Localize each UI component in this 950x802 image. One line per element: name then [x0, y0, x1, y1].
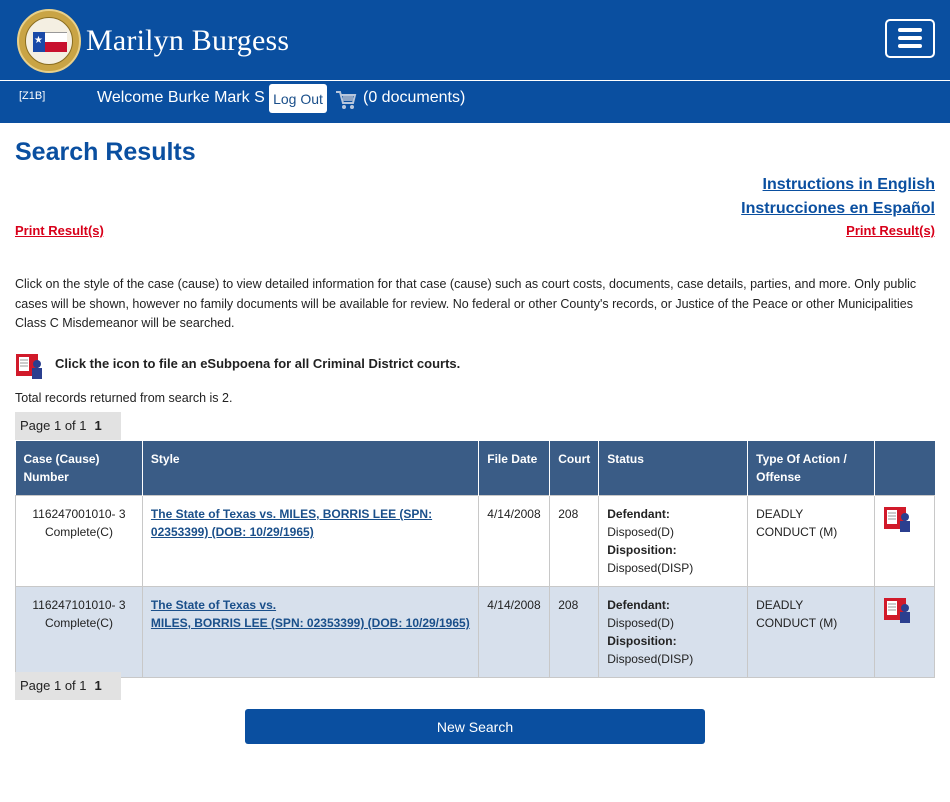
pager-page-number[interactable]: 1 — [95, 418, 102, 433]
shopping-cart-icon[interactable] — [335, 89, 357, 111]
esubpoena-icon[interactable] — [883, 596, 913, 624]
offense: DEADLY CONDUCT (M) — [747, 586, 875, 678]
pager-bottom: Page 1 of 1 1 — [15, 672, 121, 700]
defendant-label: Defendant: — [607, 598, 670, 612]
column-header-status: Status — [598, 441, 749, 496]
print-results-link-right[interactable]: Print Result(s) — [846, 223, 935, 238]
disposition-label: Disposition: — [607, 634, 677, 648]
seal-flag-white — [45, 32, 67, 42]
column-header-actions — [874, 441, 935, 496]
file-date: 4/14/2008 — [478, 495, 551, 587]
esubpoena-icon[interactable] — [883, 505, 913, 533]
case-number: 116247001010- 3 — [32, 507, 126, 521]
document-count[interactable]: (0 documents) — [363, 89, 465, 107]
district-clerk-seal-icon[interactable]: ★ — [17, 9, 81, 73]
instructions-spanish-link[interactable]: Instrucciones en Español — [741, 200, 935, 218]
seal-flag-red — [45, 42, 67, 52]
search-description: Click on the style of the case (cause) t… — [15, 277, 917, 330]
status-cell: Defendant: Disposed(D) Disposition: Disp… — [598, 586, 749, 678]
results-table: Case (Cause) Number Style File Date Cour… — [15, 441, 936, 678]
logout-button[interactable]: Log Out — [269, 84, 327, 113]
action-cell — [873, 586, 936, 678]
user-bar: [Z1B] Welcome Burke Mark S Log Out (0 do… — [0, 81, 950, 123]
case-number-cell: 116247001010- 3 Complete(C) — [15, 495, 143, 587]
column-header-case-number: Case (Cause) Number — [15, 441, 143, 496]
pager-text: Page 1 of 1 — [20, 678, 87, 693]
pager-text: Page 1 of 1 — [20, 418, 87, 433]
table-row: 116247001010- 3 Complete(C) The State of… — [15, 495, 936, 587]
hamburger-menu-icon-bar — [898, 36, 922, 40]
case-style-link[interactable]: The State of Texas vs. MILES, BORRIS LEE… — [151, 507, 432, 539]
table-row: 116247101010- 3 Complete(C) The State of… — [15, 586, 936, 678]
case-style-line-2[interactable]: MILES, BORRIS LEE (SPN: 02353399) (DOB: … — [151, 616, 470, 630]
pager-page-number[interactable]: 1 — [95, 678, 102, 693]
column-header-offense: Type Of Action / Offense — [747, 441, 875, 496]
defendant-status: Disposed(D) — [607, 525, 674, 539]
file-date: 4/14/2008 — [478, 586, 551, 678]
style-cell: The State of Texas vs. MILES, BORRIS LEE … — [141, 586, 480, 678]
court: 208 — [549, 586, 600, 678]
new-search-button[interactable]: New Search — [245, 709, 705, 744]
case-style-link[interactable]: The State of Texas vs. MILES, BORRIS LEE … — [151, 598, 470, 630]
action-cell — [873, 495, 936, 587]
style-cell: The State of Texas vs. MILES, BORRIS LEE… — [141, 495, 480, 587]
case-state: Complete(C) — [44, 525, 113, 539]
site-header: ★ Marilyn Burgess — [0, 0, 950, 80]
page-title: Search Results — [15, 138, 196, 166]
defendant-label: Defendant: — [607, 507, 670, 521]
case-number-cell: 116247101010- 3 Complete(C) — [15, 586, 143, 678]
hamburger-menu-icon — [898, 28, 922, 32]
instructions-english-link[interactable]: Instructions in English — [763, 176, 935, 194]
esubpoena-note: Click the icon to file an eSubpoena for … — [55, 356, 461, 371]
environment-tag: [Z1B] — [19, 90, 46, 102]
total-records: Total records returned from search is 2. — [15, 391, 233, 405]
column-header-court: Court — [549, 441, 600, 496]
column-header-file-date: File Date — [478, 441, 551, 496]
disposition-status: Disposed(DISP) — [607, 652, 694, 666]
case-state: Complete(C) — [44, 616, 113, 630]
pager-top: Page 1 of 1 1 — [15, 412, 121, 440]
welcome-text: Welcome Burke Mark S — [97, 89, 265, 106]
site-title[interactable]: Marilyn Burgess — [86, 24, 289, 58]
seal-center: ★ — [25, 17, 73, 65]
hamburger-menu-icon-bar — [898, 44, 922, 48]
court: 208 — [549, 495, 600, 587]
case-number: 116247101010- 3 — [32, 598, 126, 612]
case-style-line-1[interactable]: The State of Texas vs. — [151, 598, 276, 612]
table-header-row: Case (Cause) Number Style File Date Cour… — [15, 441, 935, 496]
column-header-style: Style — [142, 441, 480, 496]
defendant-status: Disposed(D) — [607, 616, 674, 630]
disposition-label: Disposition: — [607, 543, 677, 557]
print-results-link-left[interactable]: Print Result(s) — [15, 223, 104, 238]
seal-star-icon: ★ — [34, 35, 43, 46]
status-cell: Defendant: Disposed(D) Disposition: Disp… — [598, 495, 749, 587]
disposition-status: Disposed(DISP) — [607, 561, 694, 575]
esubpoena-icon[interactable] — [15, 352, 45, 380]
offense: DEADLY CONDUCT (M) — [747, 495, 875, 587]
hamburger-menu-button[interactable] — [885, 19, 935, 58]
